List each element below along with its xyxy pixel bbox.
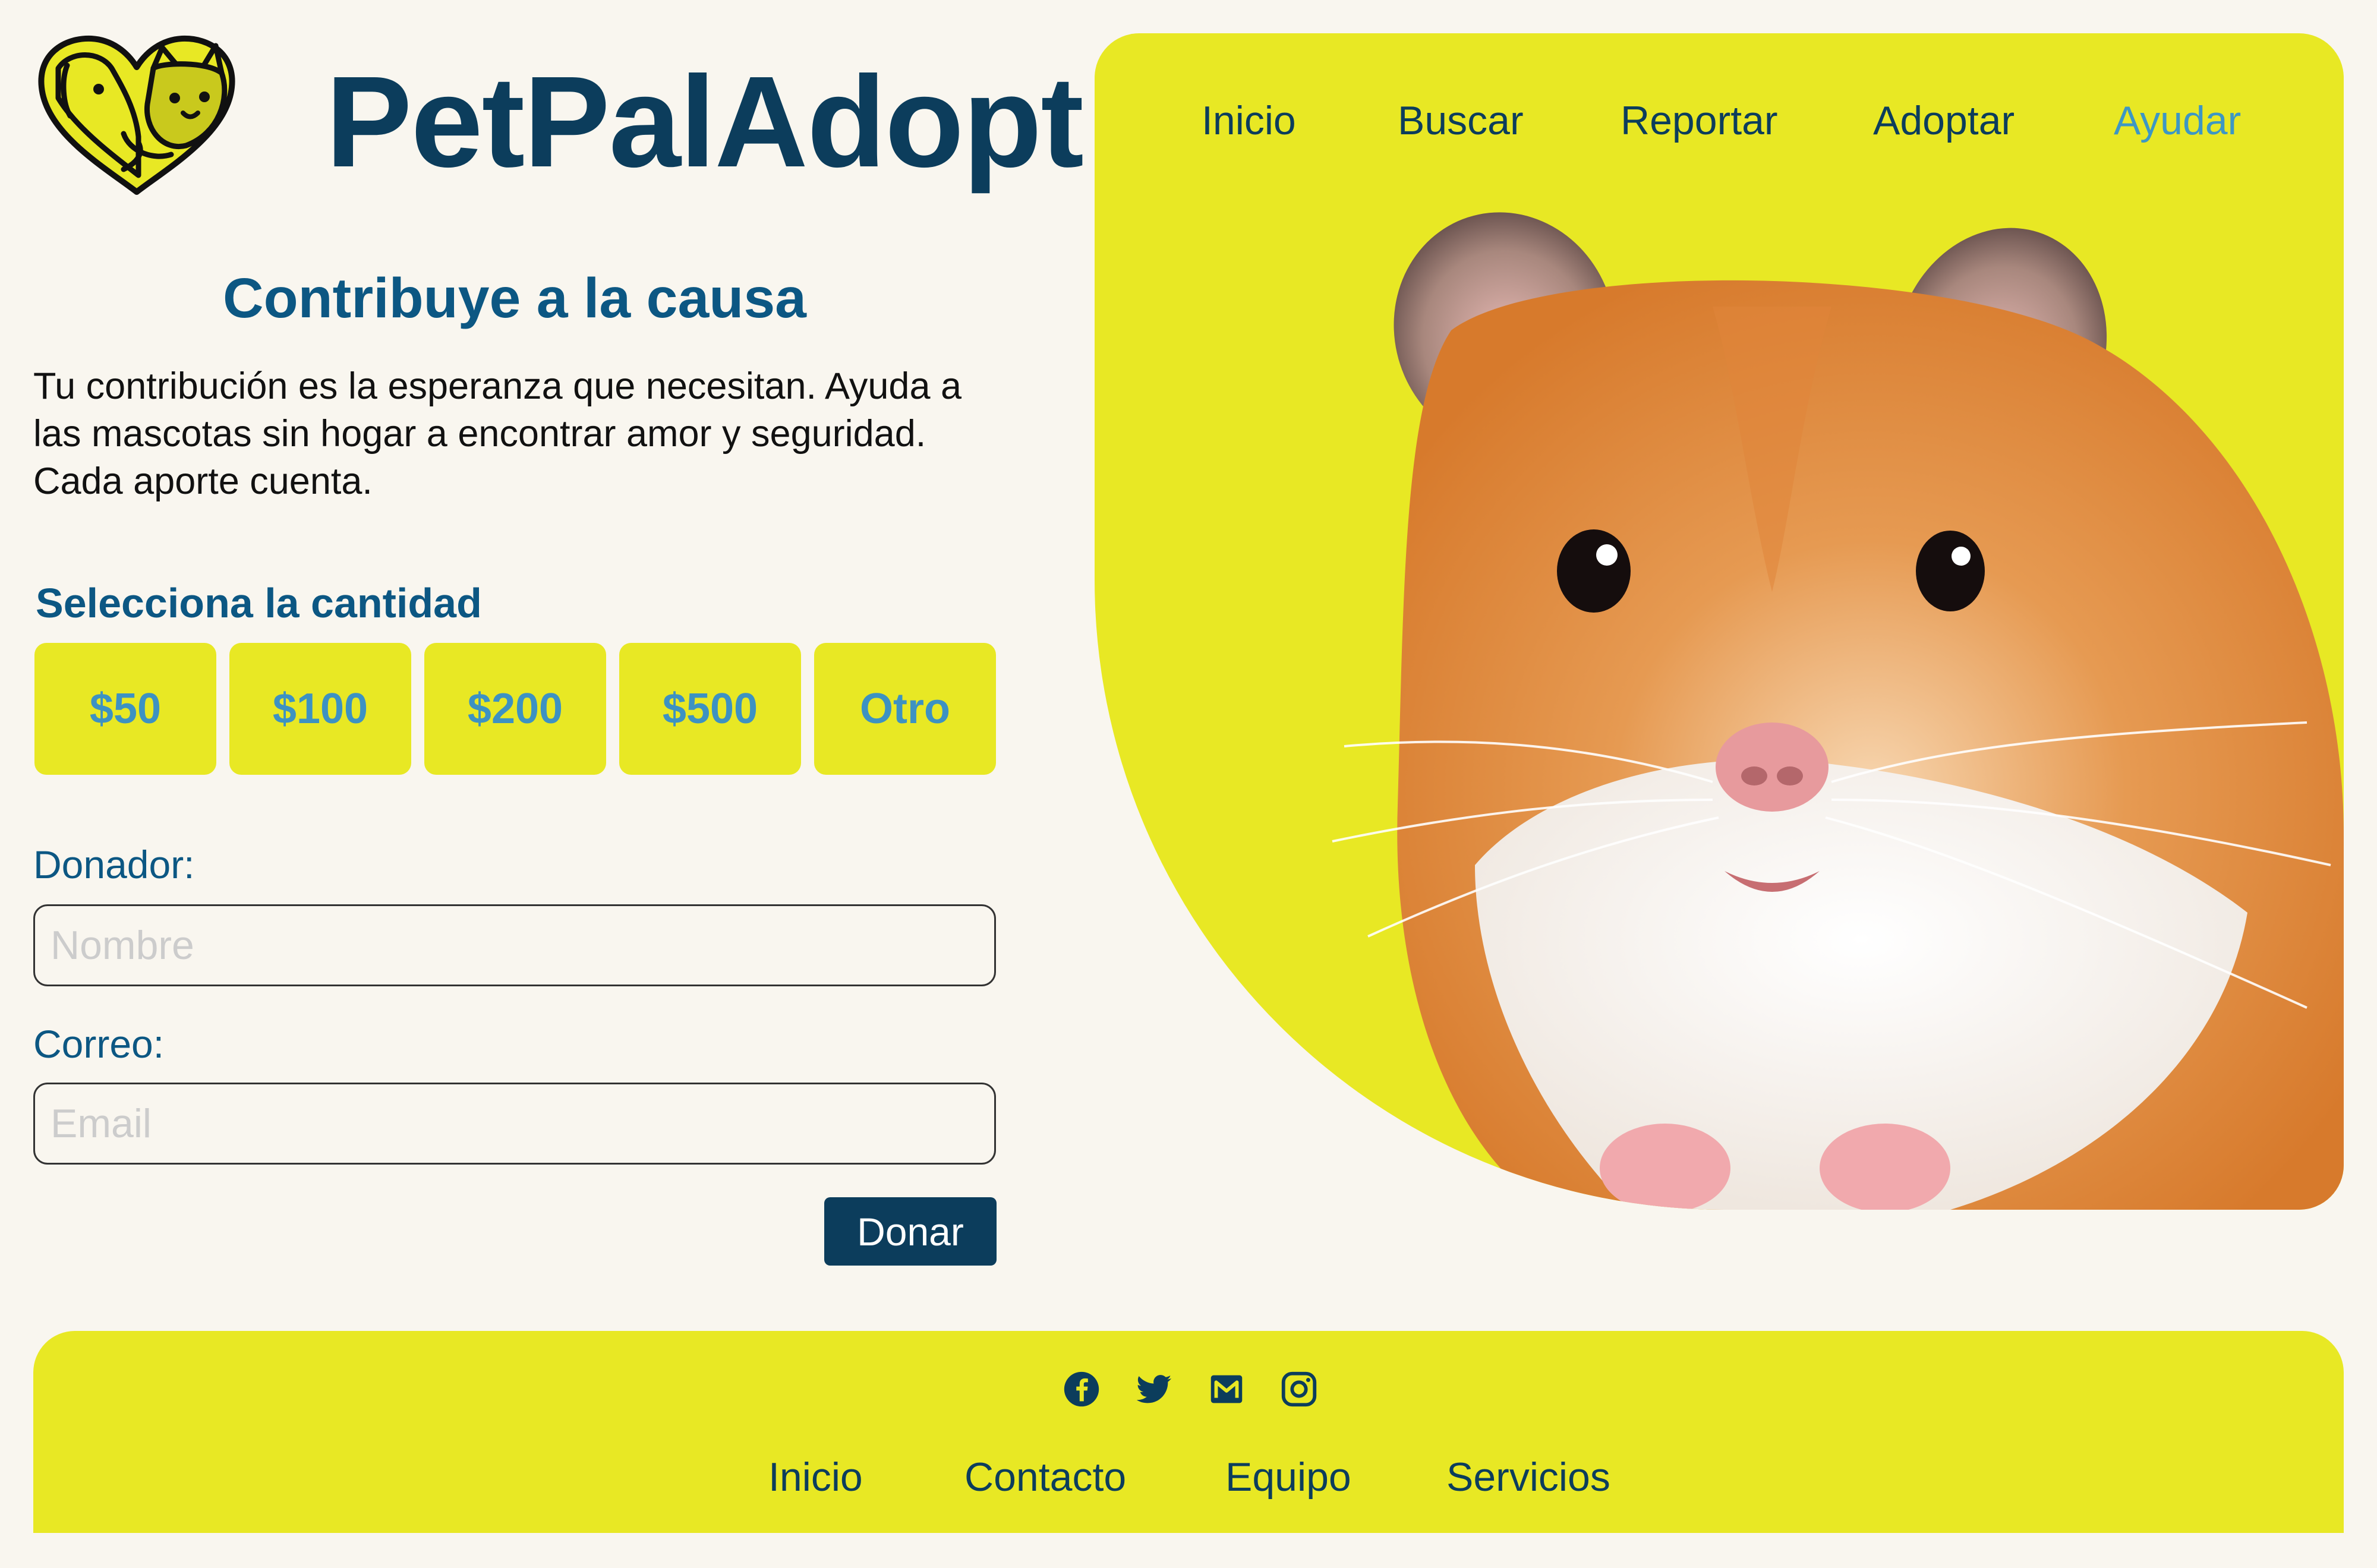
nav-item-adoptar[interactable]: Adoptar [1873, 88, 2015, 153]
donate-button[interactable]: Donar [824, 1197, 997, 1266]
amount-label: Selecciona la cantidad [36, 580, 482, 626]
amount-option-100[interactable]: $100 [229, 643, 411, 775]
footer-link-contacto[interactable]: Contacto [964, 1447, 1126, 1507]
page-title: Contribuye a la causa [222, 267, 806, 330]
amount-option-other[interactable]: Otro [814, 643, 996, 775]
nav-item-ayudar[interactable]: Ayudar [2114, 88, 2241, 153]
main-nav: Inicio Buscar Reportar Adoptar Ayudar [1095, 88, 2344, 153]
page-description: Tu contribución es la esperanza que nece… [33, 365, 962, 502]
instagram-icon[interactable] [1278, 1368, 1320, 1410]
donor-name-input[interactable] [33, 904, 996, 986]
heart-dog-cat-logo-icon [38, 35, 235, 195]
email-label: Correo: [33, 1022, 165, 1066]
brand-name[interactable]: PetPalAdopt [326, 42, 1084, 204]
nav-item-buscar[interactable]: Buscar [1398, 88, 1524, 153]
amount-option-500[interactable]: $500 [619, 643, 801, 775]
amount-option-50[interactable]: $50 [34, 643, 216, 775]
email-input[interactable] [33, 1083, 996, 1165]
twitter-icon[interactable] [1133, 1368, 1175, 1410]
donor-label: Donador: [33, 843, 195, 886]
amount-option-200[interactable]: $200 [424, 643, 606, 775]
hamster-photo [1332, 212, 2344, 1210]
hero-panel: Inicio Buscar Reportar Adoptar Ayudar [1095, 33, 2344, 1210]
footer-link-inicio[interactable]: Inicio [768, 1447, 863, 1507]
nav-item-reportar[interactable]: Reportar [1621, 88, 1778, 153]
nav-item-inicio[interactable]: Inicio [1202, 88, 1296, 153]
gmail-icon[interactable] [1206, 1368, 1247, 1410]
facebook-icon[interactable] [1061, 1368, 1102, 1410]
footer: Inicio Contacto Equipo Servicios [33, 1331, 2344, 1533]
logo[interactable] [34, 33, 239, 199]
amount-options: $50 $100 $200 $500 Otro [34, 643, 996, 775]
footer-link-servicios[interactable]: Servicios [1446, 1447, 1610, 1507]
footer-link-equipo[interactable]: Equipo [1225, 1447, 1351, 1507]
